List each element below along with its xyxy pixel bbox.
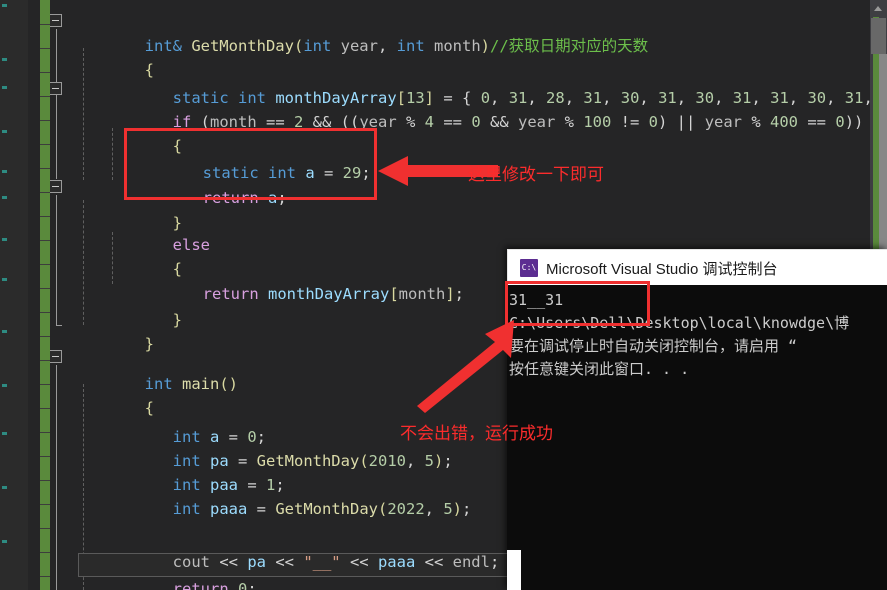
outline-collapse-icon[interactable] [50, 350, 62, 363]
track-mark [2, 4, 7, 7]
track-mark [2, 540, 7, 543]
track-mark [2, 330, 7, 333]
console-window-edge [507, 550, 521, 590]
track-mark [2, 170, 7, 173]
code-line[interactable]: { [70, 34, 870, 79]
screen-root: int& GetMonthDay(int year, int month)//获… [0, 0, 887, 590]
console-output-line: 按任意键关闭此窗口. . . [509, 360, 690, 378]
annotation-edit-note: 这里修改一下即可 [468, 165, 604, 185]
console-output-line: 要在调试停止时自动关闭控制台，请启用 “ [509, 337, 798, 355]
outline-collapse-icon[interactable] [50, 82, 62, 95]
code-line[interactable]: if (month == 2 && ((year % 4 == 0 && yea… [98, 86, 870, 131]
track-mark [2, 86, 7, 89]
annotation-success-note: 不会出错，运行成功 [400, 424, 553, 444]
code-line[interactable]: int& GetMonthDay(int year, int month)//获… [70, 10, 870, 55]
track-mark [2, 432, 7, 435]
highlight-box-console-output [505, 281, 650, 326]
console-title-text: Microsoft Visual Studio 调试控制台 [546, 261, 778, 278]
track-mark [2, 486, 7, 489]
outline-collapse-icon[interactable] [50, 14, 62, 27]
track-mark [2, 130, 7, 133]
console-app-icon: C:\ [520, 259, 538, 277]
highlight-box-static-a [124, 128, 377, 200]
track-mark [2, 58, 7, 61]
code-line[interactable]: static int monthDayArray[13] = { 0, 31, … [98, 62, 870, 107]
track-mark [2, 384, 7, 387]
console-icon-text: C:\ [521, 263, 537, 272]
console-output-area[interactable]: 31__31 C:\Users\Dell\Desktop\local\knowd… [507, 285, 887, 590]
editor-track-bar[interactable] [0, 0, 28, 590]
code-line[interactable]: else [98, 209, 870, 254]
changed-lines-indicator [40, 0, 50, 590]
scroll-up-icon[interactable] [870, 0, 887, 17]
outline-collapse-icon[interactable] [50, 180, 62, 193]
scrollbar-thumb[interactable] [871, 18, 886, 54]
track-mark [2, 278, 7, 281]
track-mark [2, 238, 7, 241]
track-mark [2, 196, 7, 199]
